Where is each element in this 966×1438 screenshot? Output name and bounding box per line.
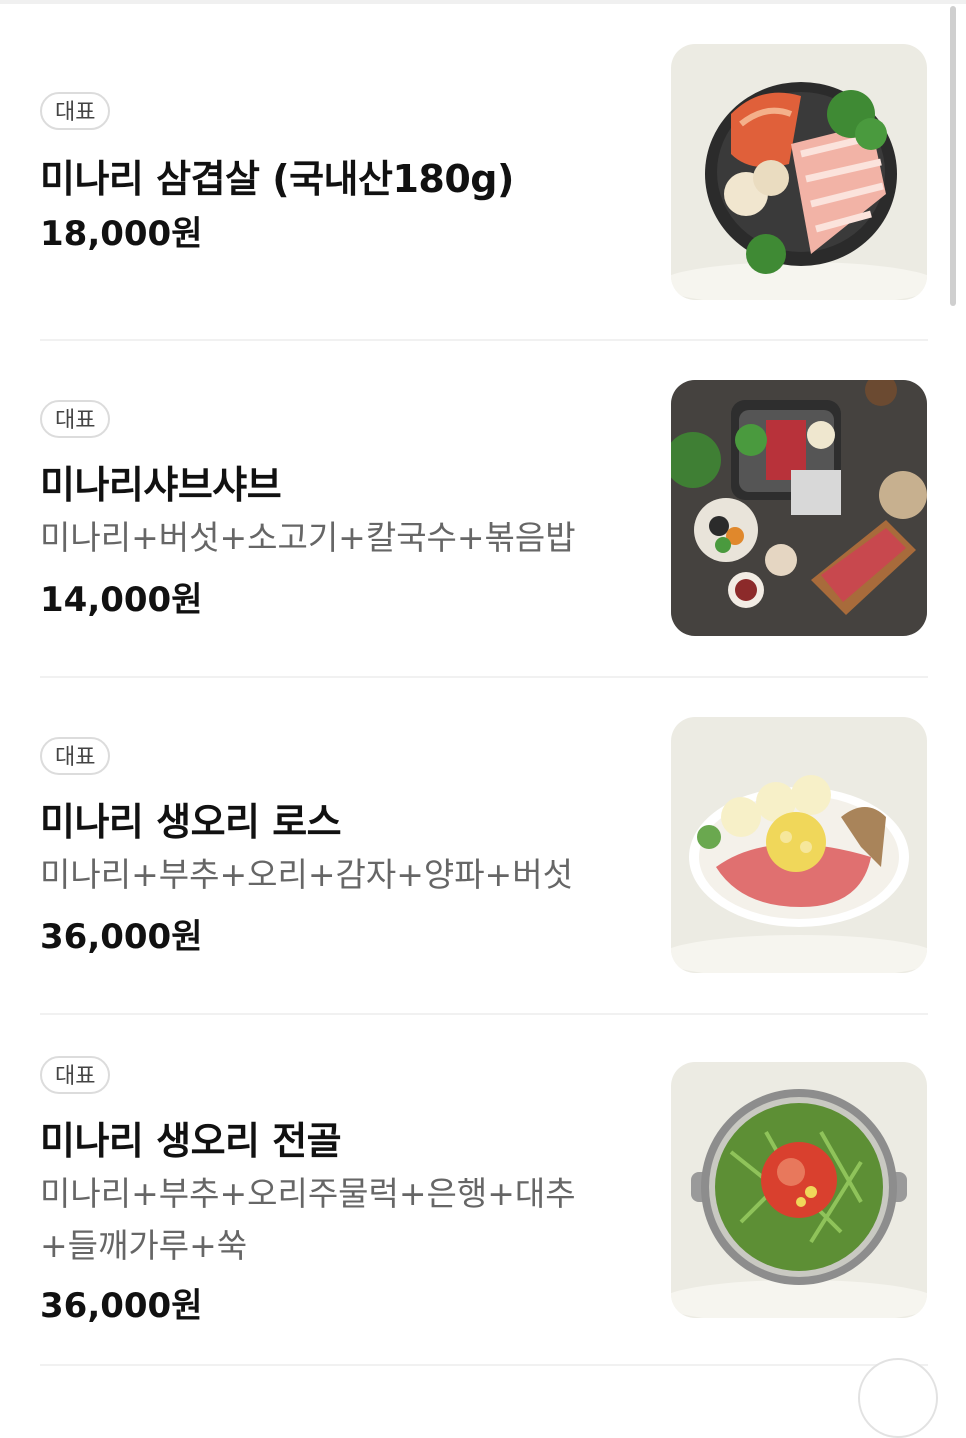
menu-item-description: 미나리+부추+오리+감자+양파+버섯 bbox=[40, 855, 573, 894]
item-divider bbox=[40, 676, 928, 678]
signature-badge: 대표 bbox=[40, 400, 111, 438]
menu-item[interactable]: 대표 미나리 생오리 전골 미나리+부추+오리주물럭+은행+대추+들깨가루+쑥 … bbox=[40, 1056, 928, 1326]
scrollbar[interactable] bbox=[950, 6, 956, 306]
menu-item-name: 미나리샤브샤브 bbox=[40, 463, 282, 507]
duck-roast-plate-photo[interactable] bbox=[671, 717, 927, 973]
menu-item-price: 36,000원 bbox=[40, 1286, 203, 1326]
duck-hotpot-photo[interactable] bbox=[671, 1062, 927, 1318]
menu-item-description: 미나리+버섯+소고기+칼국수+볶음밥 bbox=[40, 518, 576, 557]
menu-item-price: 36,000원 bbox=[40, 917, 203, 957]
item-divider bbox=[40, 339, 928, 341]
menu-item-price: 18,000원 bbox=[40, 214, 203, 254]
menu-item[interactable]: 대표 미나리샤브샤브 미나리+버섯+소고기+칼국수+볶음밥 14,000원 bbox=[40, 380, 928, 636]
menu-item-description: 미나리+부추+오리주물럭+은행+대추+들깨가루+쑥 bbox=[40, 1174, 576, 1265]
menu-item[interactable]: 대표 미나리 삼겹살 (국내산180g) 18,000원 bbox=[40, 44, 928, 300]
menu-item-price: 14,000원 bbox=[40, 580, 203, 620]
top-divider bbox=[0, 0, 966, 4]
item-divider bbox=[40, 1013, 928, 1015]
pork-belly-grill-photo[interactable] bbox=[671, 44, 927, 300]
signature-badge: 대표 bbox=[40, 92, 111, 130]
menu-item-name: 미나리 삼겹살 (국내산180g) bbox=[40, 157, 514, 201]
signature-badge: 대표 bbox=[40, 1056, 111, 1094]
item-divider bbox=[40, 1364, 928, 1366]
shabu-shabu-set-photo[interactable] bbox=[671, 380, 927, 636]
signature-badge: 대표 bbox=[40, 737, 111, 775]
scroll-top-button[interactable] bbox=[858, 1358, 938, 1438]
menu-item-name: 미나리 생오리 전골 bbox=[40, 1119, 342, 1163]
menu-item-name: 미나리 생오리 로스 bbox=[40, 800, 342, 844]
menu-item[interactable]: 대표 미나리 생오리 로스 미나리+부추+오리+감자+양파+버섯 36,000원 bbox=[40, 717, 928, 973]
